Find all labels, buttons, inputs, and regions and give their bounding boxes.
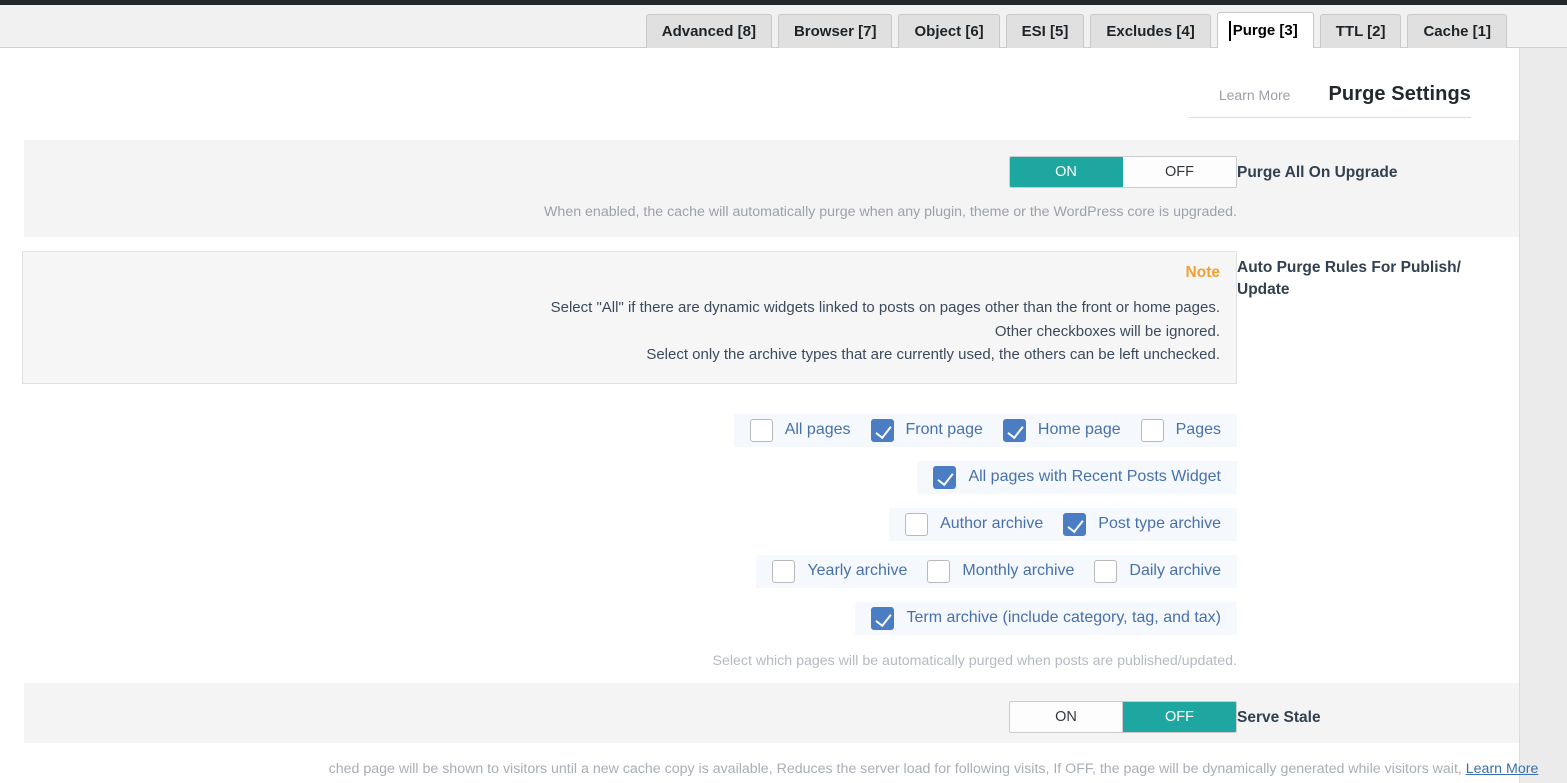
note-line: .Select only the archive types that are … <box>646 346 1220 364</box>
checkbox-checked[interactable] <box>870 418 894 442</box>
tab-advanced[interactable]: Advanced [8] <box>645 14 772 48</box>
checkbox-item[interactable]: Author archive <box>895 511 1053 538</box>
auto-purge-checkbox-block: Pages Home page Front page All pages All pag… <box>22 413 1237 635</box>
checkbox-label: Post type archive <box>1098 515 1221 533</box>
auto-purge-help-text: .Select which pages will be automaticall… <box>712 652 1238 669</box>
serve-stale-toggle[interactable]: ON OFF <box>1009 700 1237 733</box>
purge-all-on-upgrade-label: Purge All On Upgrade <box>1237 164 1398 181</box>
checkbox-label: Monthly archive <box>962 562 1075 580</box>
checkbox-item[interactable]: Yearly archive <box>762 558 917 585</box>
checkbox-row: Pages Home page Front page All pages <box>733 413 1237 447</box>
checkbox-label: All pages with Recent Posts Widget <box>968 468 1221 486</box>
checkbox-item[interactable]: Pages <box>1131 417 1231 444</box>
checkbox-label: All pages <box>784 421 851 439</box>
tab-ttl[interactable]: TTL [2] <box>1319 14 1402 48</box>
checkbox-item[interactable]: All pages with Recent Posts Widget <box>923 464 1231 491</box>
checkbox-item[interactable]: Daily archive <box>1084 558 1231 585</box>
auto-purge-rules-label: Auto Purge Rules For Publish/ Update <box>1237 259 1461 299</box>
checkbox-unchecked[interactable] <box>905 512 929 536</box>
checkbox-item[interactable]: Post type archive <box>1053 511 1231 538</box>
tab-excludes[interactable]: Excludes [4] <box>1090 14 1211 48</box>
purge-settings-header: Purge Settings Learn More <box>1189 83 1471 118</box>
checkbox-item[interactable]: Monthly archive <box>917 558 1084 585</box>
checkbox-item[interactable]: Front page <box>861 417 993 444</box>
serve-stale-label: Serve Stale <box>1237 708 1321 726</box>
checkbox-checked[interactable] <box>1002 418 1026 442</box>
checkbox-label: Daily archive <box>1129 562 1221 580</box>
purge-all-on-upgrade-description: .When enabled, the cache will automatica… <box>544 204 1237 220</box>
option-row-serve-stale: Serve Stale ON OFF <box>24 682 1519 743</box>
checkbox-label: Pages <box>1175 421 1221 439</box>
option-row-purge-all-on-upgrade: Purge All On Upgrade ON OFF .When enable… <box>24 140 1519 238</box>
page-root: Cache [1] TTL [2] Purge [3] Excludes [4] ESI… <box>0 0 1567 783</box>
purge-all-on-upgrade-toggle[interactable]: ON OFF <box>1009 156 1237 188</box>
note-line: .Other checkboxes will be ignored <box>994 322 1220 340</box>
tab-object[interactable]: Object [6] <box>898 14 1000 48</box>
tab-esi[interactable]: ESI [5] <box>1005 14 1085 48</box>
checkbox-label: Yearly archive <box>807 562 908 580</box>
checkbox-unchecked[interactable] <box>1140 418 1164 442</box>
checkbox-row: Term archive (include category, tag, and… <box>855 601 1237 635</box>
checkbox-label: Author archive <box>940 515 1044 533</box>
tab-cache[interactable]: Cache [1] <box>1407 14 1507 48</box>
checkbox-row: Daily archive Monthly archive Yearly archi… <box>756 554 1237 588</box>
header-learn-more-link[interactable]: Learn More <box>1219 87 1291 103</box>
tab-browser[interactable]: Browser [7] <box>777 14 893 48</box>
checkbox-item[interactable]: All pages <box>740 417 861 444</box>
checkbox-checked[interactable] <box>871 606 895 630</box>
auto-purge-note-box: Note .Select "All" if there are dynamic … <box>22 251 1237 384</box>
serve-stale-toggle-off[interactable]: OFF <box>1123 701 1236 732</box>
note-line: .Select "All" if there are dynamic widge… <box>550 299 1220 317</box>
purge-all-on-upgrade-toggle-off[interactable]: OFF <box>1123 157 1236 187</box>
checkbox-unchecked[interactable] <box>1094 559 1118 583</box>
checkbox-label: Term archive (include category, tag, and… <box>906 609 1221 627</box>
checkbox-unchecked[interactable] <box>927 559 951 583</box>
serve-stale-description: ched page will be shown to visitors unti… <box>0 761 1567 777</box>
checkbox-checked[interactable] <box>1063 512 1087 536</box>
checkbox-label: Home page <box>1037 421 1121 439</box>
option-row-auto-purge-rules: Auto Purge Rules For Publish/ Update Not… <box>22 237 1519 683</box>
checkbox-row: All pages with Recent Posts Widget <box>917 460 1237 494</box>
purge-all-on-upgrade-toggle-on[interactable]: ON <box>1010 157 1123 187</box>
checkbox-unchecked[interactable] <box>772 559 796 583</box>
checkbox-label: Front page <box>905 421 983 439</box>
checkbox-item[interactable]: Term archive (include category, tag, and… <box>861 605 1231 632</box>
settings-tab-bar: Cache [1] TTL [2] Purge [3] Excludes [4] ESI… <box>0 5 1567 48</box>
serve-stale-toggle-on[interactable]: ON <box>1010 701 1123 732</box>
settings-panel: Purge Settings Learn More Purge All On U… <box>0 48 1520 783</box>
checkbox-unchecked[interactable] <box>749 418 773 442</box>
serve-stale-learn-more-link[interactable]: Learn More <box>1466 761 1539 777</box>
note-title: Note <box>1185 264 1220 282</box>
checkbox-row: Post type archive Author archive <box>889 507 1237 541</box>
tab-purge[interactable]: Purge [3] <box>1216 12 1314 48</box>
serve-stale-description-text: ched page will be shown to visitors unti… <box>328 761 1462 777</box>
page-title: Purge Settings <box>1328 83 1471 105</box>
checkbox-checked[interactable] <box>933 465 957 489</box>
checkbox-item[interactable]: Home page <box>993 417 1131 444</box>
